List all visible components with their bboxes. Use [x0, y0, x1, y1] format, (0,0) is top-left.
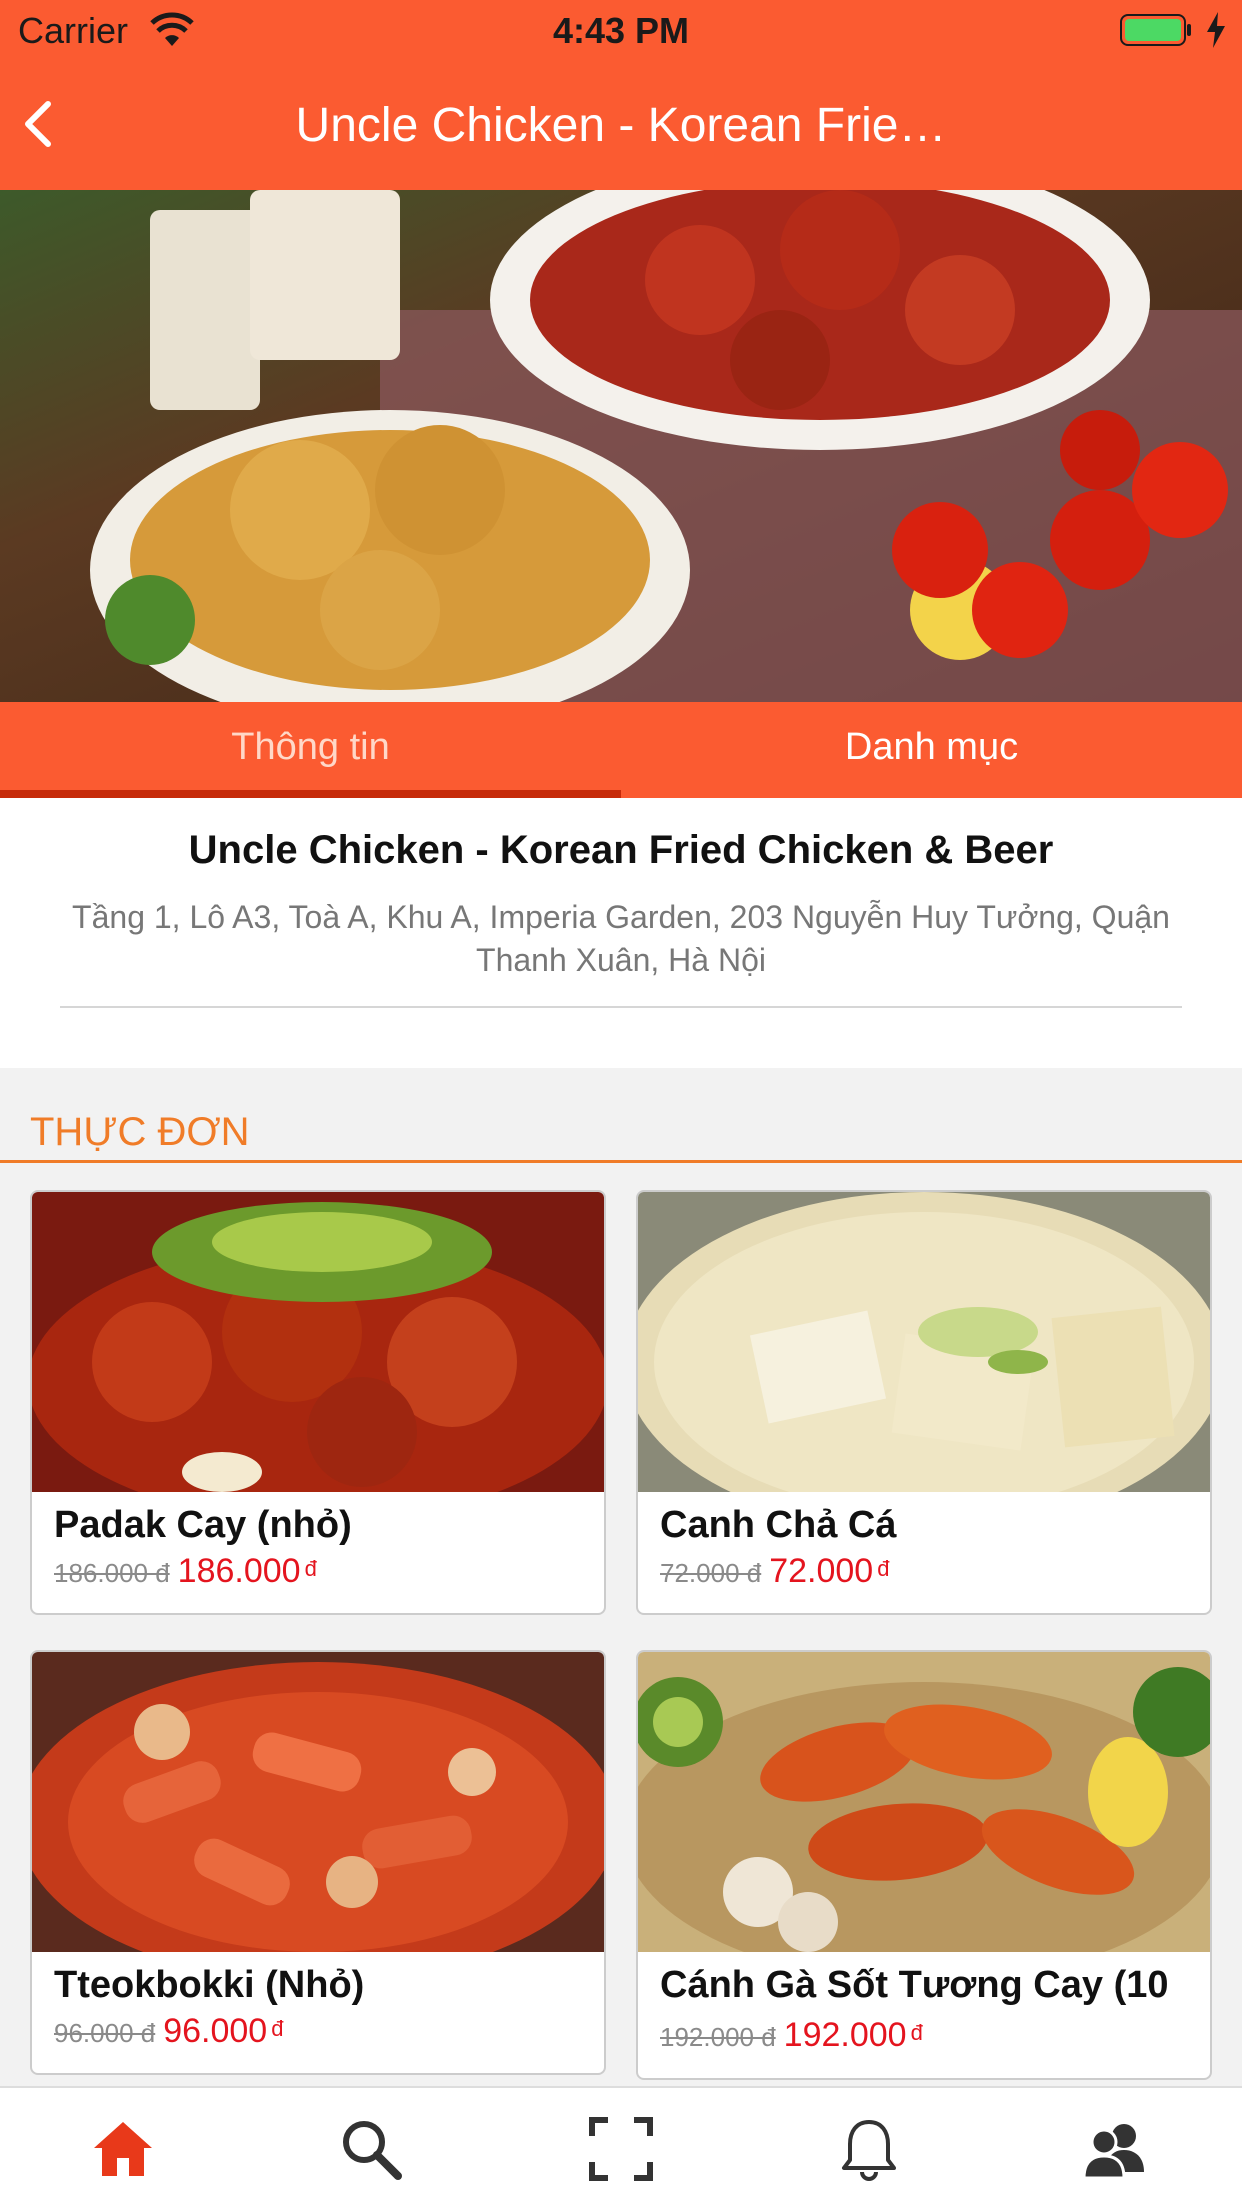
menu-section: THỰC ĐƠN Padak Cay (nhỏ) 186.000 đ 186.00…	[0, 1068, 1242, 2086]
menu-item-card[interactable]: Cánh Gà Sốt Tương Cay (10 192.000 đ 192.0…	[636, 1650, 1212, 2080]
menu-item-card[interactable]: Tteokbokki (Nhỏ) 96.000 đ 96.000 đ	[30, 1650, 606, 2075]
menu-item-old-price: 186.000 đ	[54, 1558, 170, 1588]
menu-item-card[interactable]: Canh Chả Cá 72.000 đ 72.000 đ	[636, 1190, 1212, 1615]
restaurant-info: Uncle Chicken - Korean Fried Chicken & B…	[0, 798, 1242, 1068]
charging-icon	[1207, 12, 1225, 48]
bell-icon[interactable]	[836, 2116, 902, 2182]
menu-item-price: 186.000	[177, 1552, 301, 1590]
menu-item-photo	[638, 1652, 1210, 1952]
menu-item-photo	[32, 1652, 604, 1952]
restaurant-cover-image	[0, 190, 1242, 702]
section-underline	[0, 1160, 1242, 1163]
divider	[60, 1006, 1182, 1008]
menu-item-name: Tteokbokki (Nhỏ)	[54, 1964, 365, 2006]
menu-item-old-price: 72.000 đ	[660, 1558, 762, 1588]
menu-item-currency: đ	[877, 1555, 890, 1581]
tab-indicator	[0, 790, 621, 798]
top-bar: Carrier 4:43 PM Uncle Chicken - Korean F…	[0, 0, 1242, 190]
status-bar: Carrier 4:43 PM	[0, 0, 1242, 62]
menu-item-name: Cánh Gà Sốt Tương Cay (10	[660, 1964, 1169, 2006]
menu-item-old-price: 192.000 đ	[660, 2022, 776, 2052]
scan-icon[interactable]	[588, 2116, 654, 2182]
tab-info[interactable]: Thông tin	[0, 702, 621, 798]
restaurant-address: Tầng 1, Lô A3, Toà A, Khu A, Imperia Gar…	[72, 899, 1170, 978]
menu-item-card[interactable]: Padak Cay (nhỏ) 186.000 đ 186.000 đ	[30, 1190, 606, 1615]
segment-tabs: Thông tin Danh mục	[0, 702, 1242, 798]
menu-item-price: 192.000	[783, 2016, 907, 2054]
search-icon[interactable]	[338, 2116, 404, 2182]
menu-item-photo	[638, 1192, 1210, 1492]
menu-item-prices: 186.000 đ 186.000 đ	[54, 1552, 317, 1591]
restaurant-name: Uncle Chicken - Korean Fried Chicken & B…	[188, 828, 1054, 872]
home-icon[interactable]	[90, 2116, 156, 2182]
status-time: 4:43 PM	[552, 10, 690, 51]
page-title: Uncle Chicken - Korean Frie…	[295, 99, 947, 152]
users-icon[interactable]	[1082, 2116, 1148, 2182]
menu-item-price: 96.000	[163, 2012, 268, 2050]
bottom-tab-bar	[0, 2086, 1242, 2208]
battery-icon	[1120, 14, 1191, 46]
tab-categories[interactable]: Danh mục	[621, 702, 1242, 798]
menu-item-price: 72.000	[769, 1552, 874, 1590]
menu-item-photo	[32, 1192, 604, 1492]
menu-item-name: Padak Cay (nhỏ)	[54, 1504, 352, 1546]
menu-item-currency: đ	[271, 2015, 284, 2041]
menu-item-prices: 96.000 đ 96.000 đ	[54, 2012, 283, 2051]
menu-item-prices: 192.000 đ 192.000 đ	[660, 2016, 923, 2055]
menu-item-prices: 72.000 đ 72.000 đ	[660, 1552, 889, 1591]
menu-item-currency: đ	[910, 2019, 923, 2045]
section-title: THỰC ĐƠN	[30, 1110, 250, 1154]
menu-item-name: Canh Chả Cá	[660, 1504, 897, 1546]
menu-item-currency: đ	[304, 1555, 317, 1581]
menu-item-old-price: 96.000 đ	[54, 2018, 156, 2048]
navigation-bar: Uncle Chicken - Korean Frie…	[0, 62, 1242, 190]
